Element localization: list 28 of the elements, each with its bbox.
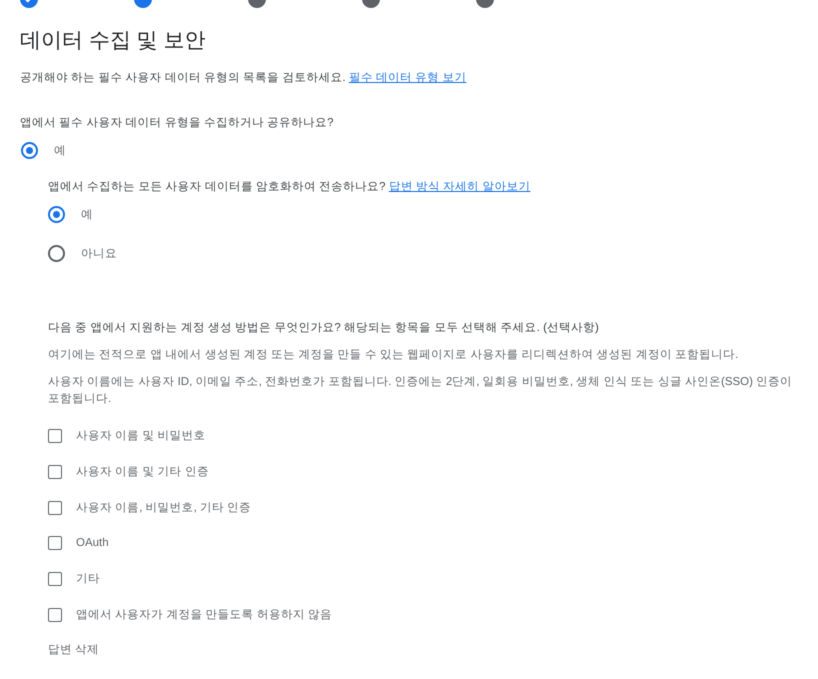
radio-button[interactable] — [21, 142, 38, 159]
radio-button[interactable] — [48, 245, 65, 262]
option-label: 기타 — [76, 572, 100, 586]
help-text: 사용자 이름에는 사용자 ID, 이메일 주소, 전화번호가 포함됩니다. 인증에는 2단계, 일회용 비밀번호, 생체 인식 또는 싱글 사인온(SSO) 인증이 포함됩니다. — [48, 375, 794, 407]
checkbox[interactable] — [48, 500, 62, 514]
question-text: 앱에서 필수 사용자 데이터 유형을 수집하거나 공유하나요? — [20, 116, 335, 131]
checkbox[interactable] — [48, 608, 62, 622]
help-text: 여기에는 전적으로 앱 내에서 생성된 계정 또는 계정을 만들 수 있는 웹페이지로 사용자를 리디렉션하여 생성된 계정이 포함됩니다. — [48, 348, 740, 363]
question-text: 다음 중 앱에서 지원하는 계정 생성 방법은 무엇인가요? 해당되는 항목을 모두 선택해 주세요. (선택사항) — [48, 321, 600, 336]
checkbox[interactable] — [48, 536, 62, 550]
option-label: 예 — [54, 144, 66, 158]
option-label: 예 — [81, 208, 93, 222]
option-label: 아니요 — [81, 247, 117, 261]
checkbox[interactable] — [48, 428, 62, 442]
option-label: 사용자 이름 및 기타 인증 — [76, 465, 209, 479]
intro-text: 공개해야 하는 필수 사용자 데이터 유형의 목록을 검토하세요. 필수 데이터 유형 보기 — [20, 71, 468, 86]
option-label: 사용자 이름, 비밀번호, 기타 인증 — [76, 501, 252, 515]
option-label: OAuth — [76, 537, 109, 549]
clear-answer-button[interactable]: 답변 삭제 — [48, 642, 100, 657]
page-title: 데이터 수집 및 보안 — [20, 28, 207, 54]
option-label: 앱에서 사용자가 계정을 만들도록 허용하지 않음 — [76, 608, 332, 622]
option-label: 사용자 이름 및 비밀번호 — [76, 429, 206, 443]
radio-button[interactable] — [48, 206, 65, 223]
question-text: 앱에서 수집하는 모든 사용자 데이터를 암호화하여 전송하나요? 답변 방식 자세히 알아보기 — [48, 180, 532, 195]
checkbox[interactable] — [48, 464, 62, 478]
checkbox[interactable] — [48, 572, 62, 586]
required-data-types-link[interactable]: 필수 데이터 유형 보기 — [348, 72, 466, 84]
learn-more-link[interactable]: 답변 방식 자세히 알아보기 — [388, 181, 530, 193]
